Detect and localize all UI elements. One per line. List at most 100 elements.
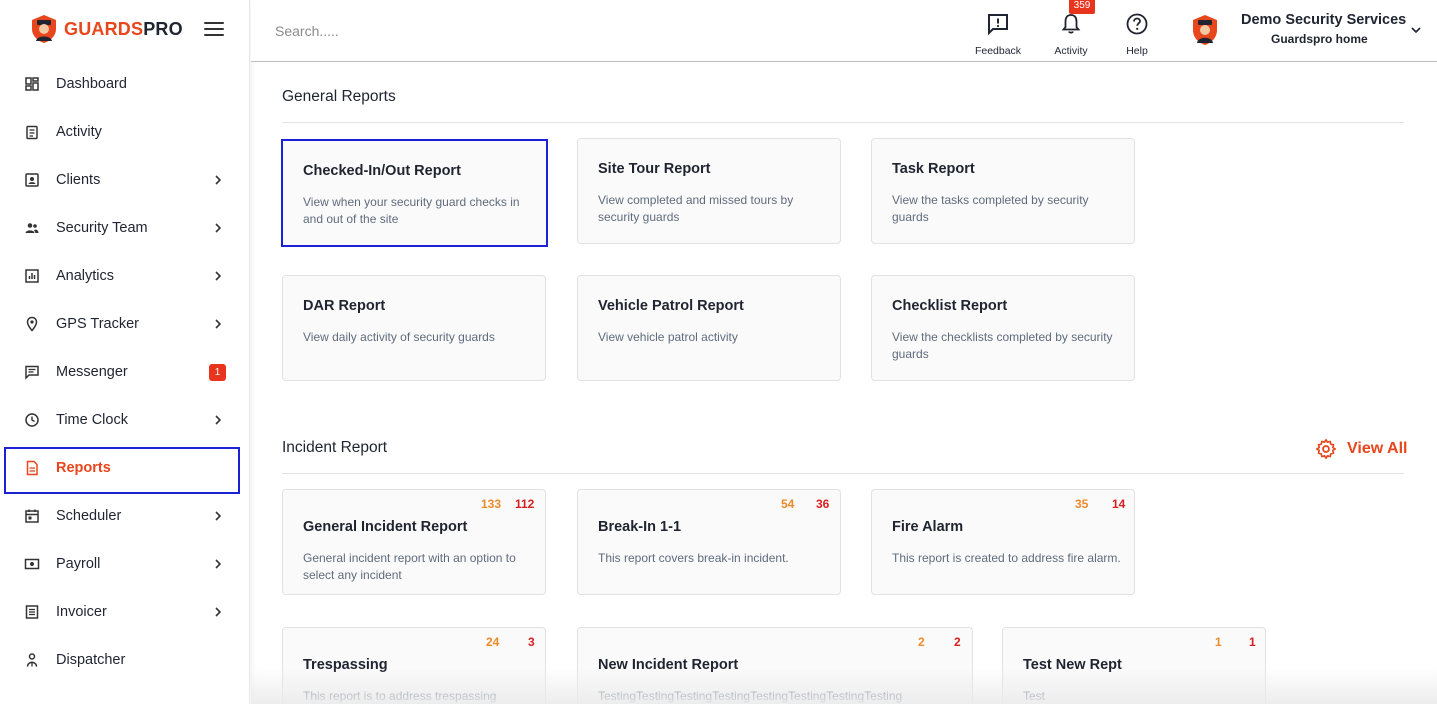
gear-icon (1316, 439, 1336, 459)
guard-logo-icon (32, 15, 56, 43)
activity-notifications-button[interactable]: Activity (1041, 10, 1101, 57)
sidebar-item-messenger[interactable]: Messenger 1 (0, 348, 249, 396)
sidebar-item-label: Dashboard (56, 76, 127, 92)
sidebar-item-activity[interactable]: Activity (0, 108, 249, 156)
sidebar-item-label: Activity (56, 124, 102, 140)
sidebar-item-security-team[interactable]: Security Team (0, 204, 249, 252)
card-title: Checklist Report (892, 298, 1008, 314)
divider (282, 473, 1404, 474)
sidebar-item-reports[interactable]: Reports (0, 444, 249, 492)
card-description: View the checklists completed by securit… (892, 330, 1113, 361)
activity-badge: 359 (1069, 0, 1095, 14)
sidebar-item-label: Clients (56, 172, 101, 188)
incident-card-break-in[interactable]: 54 36 Break-In 1-1 This report covers br… (577, 489, 841, 595)
brand-logo[interactable]: GUARDSPRO (30, 14, 183, 44)
sidebar-item-analytics[interactable]: Analytics (0, 252, 249, 300)
sidebar-item-dashboard[interactable]: Dashboard (0, 60, 249, 108)
bar-chart-icon (24, 268, 40, 284)
card-description: View vehicle patrol activity (598, 330, 738, 344)
sidebar-item-label: Analytics (56, 268, 115, 284)
contact-card-icon (24, 172, 40, 188)
report-card-site-tour[interactable]: Site Tour Report View completed and miss… (577, 138, 841, 244)
incident-card-fire-alarm[interactable]: 35 14 Fire Alarm This report is created … (871, 489, 1135, 595)
messenger-badge: 1 (209, 364, 226, 381)
sidebar-item-clients[interactable]: Clients (0, 156, 249, 204)
card-title: General Incident Report (303, 519, 468, 535)
feedback-button[interactable]: Feedback (968, 10, 1028, 57)
sidebar-item-label: Invoicer (56, 604, 107, 620)
profile-name: Demo Security Services (1241, 12, 1407, 28)
calendar-icon (24, 508, 40, 524)
main-content: General Reports Checked-In/Out Report Vi… (251, 62, 1437, 704)
sidebar-item-invoicer[interactable]: Invoicer (0, 588, 249, 636)
people-icon (24, 220, 40, 236)
incident-card-trespassing[interactable]: 24 3 Trespassing This report is to addre… (282, 627, 546, 704)
card-description: View completed and missed tours by secur… (598, 193, 794, 224)
help-icon (1126, 13, 1148, 35)
sidebar-item-label: Scheduler (56, 508, 122, 524)
activity-label: Activity (1054, 45, 1088, 57)
incident-card-new-incident[interactable]: 2 2 New Incident Report TestingTestingTe… (577, 627, 973, 704)
report-card-dar[interactable]: DAR Report View daily activity of securi… (282, 275, 546, 381)
sidebar-item-label: Payroll (56, 556, 101, 572)
sidebar-item-gps-tracker[interactable]: GPS Tracker (0, 300, 249, 348)
feedback-icon (988, 14, 1008, 36)
sidebar: GUARDSPRO Dashboard Activity Clients Sec… (0, 0, 250, 704)
profile-subtitle: Guardspro home (1271, 32, 1368, 46)
location-pin-icon (24, 316, 40, 332)
card-title: Site Tour Report (598, 161, 711, 177)
help-label: Help (1126, 45, 1148, 57)
count-red: 3 (528, 635, 535, 649)
menu-toggle-icon[interactable] (204, 22, 224, 38)
general-reports-heading: General Reports (282, 88, 396, 105)
view-all-button[interactable]: View All (1315, 438, 1407, 460)
report-card-vehicle-patrol[interactable]: Vehicle Patrol Report View vehicle patro… (577, 275, 841, 381)
incident-report-heading: Incident Report (282, 439, 388, 456)
profile-menu[interactable]: Demo Security Services Guardspro home (1187, 8, 1437, 54)
sidebar-item-label: Dispatcher (56, 652, 126, 668)
sidebar-item-dispatcher[interactable]: Dispatcher (0, 636, 249, 684)
count-red: 112 (515, 497, 535, 511)
card-title: Fire Alarm (892, 519, 964, 535)
chevron-right-icon (215, 607, 222, 617)
chevron-right-icon (215, 223, 222, 233)
card-title: Task Report (892, 161, 975, 177)
card-description: View when your security guard checks in … (303, 195, 520, 226)
report-card-checklist[interactable]: Checklist Report View the checklists com… (871, 275, 1135, 381)
chevron-down-icon (1411, 27, 1421, 34)
card-title: Break-In 1-1 (598, 519, 682, 535)
search-input[interactable] (275, 20, 575, 42)
sidebar-item-scheduler[interactable]: Scheduler (0, 492, 249, 540)
card-description: TestingTestingTestingTestingTestingTesti… (598, 689, 903, 703)
incident-card-test-new-rept[interactable]: 1 1 Test New Rept Test (1002, 627, 1266, 704)
report-card-task[interactable]: Task Report View the tasks completed by … (871, 138, 1135, 244)
incident-card-general[interactable]: 133 112 General Incident Report General … (282, 489, 546, 595)
invoice-icon (24, 604, 40, 620)
chevron-right-icon (215, 511, 222, 521)
card-title: Test New Rept (1023, 657, 1122, 673)
clock-icon (24, 412, 40, 428)
card-description: This report covers break-in incident. (598, 551, 789, 565)
chevron-right-icon (215, 415, 222, 425)
chevron-right-icon (215, 175, 222, 185)
dispatcher-icon (24, 652, 40, 668)
count-orange: 35 (1075, 497, 1089, 511)
count-red: 14 (1112, 497, 1126, 511)
count-orange: 133 (481, 497, 502, 511)
sidebar-item-payroll[interactable]: Payroll (0, 540, 249, 588)
chevron-right-icon (215, 271, 222, 281)
sidebar-item-time-clock[interactable]: Time Clock (0, 396, 249, 444)
card-description: General incident report with an option t… (303, 551, 516, 582)
help-button[interactable]: Help (1107, 10, 1167, 57)
sidebar-item-label: Reports (56, 460, 111, 476)
count-orange: 1 (1215, 635, 1222, 649)
report-card-checked-in-out[interactable]: Checked-In/Out Report View when your sec… (281, 139, 548, 247)
card-title: Trespassing (303, 657, 388, 673)
message-icon (24, 364, 40, 380)
card-title: New Incident Report (598, 657, 739, 673)
count-orange: 54 (781, 497, 795, 511)
card-title: Checked-In/Out Report (303, 163, 461, 179)
card-description: This report is to address trespassing in… (303, 689, 497, 703)
chevron-right-icon (215, 559, 222, 569)
card-title: DAR Report (303, 298, 386, 314)
